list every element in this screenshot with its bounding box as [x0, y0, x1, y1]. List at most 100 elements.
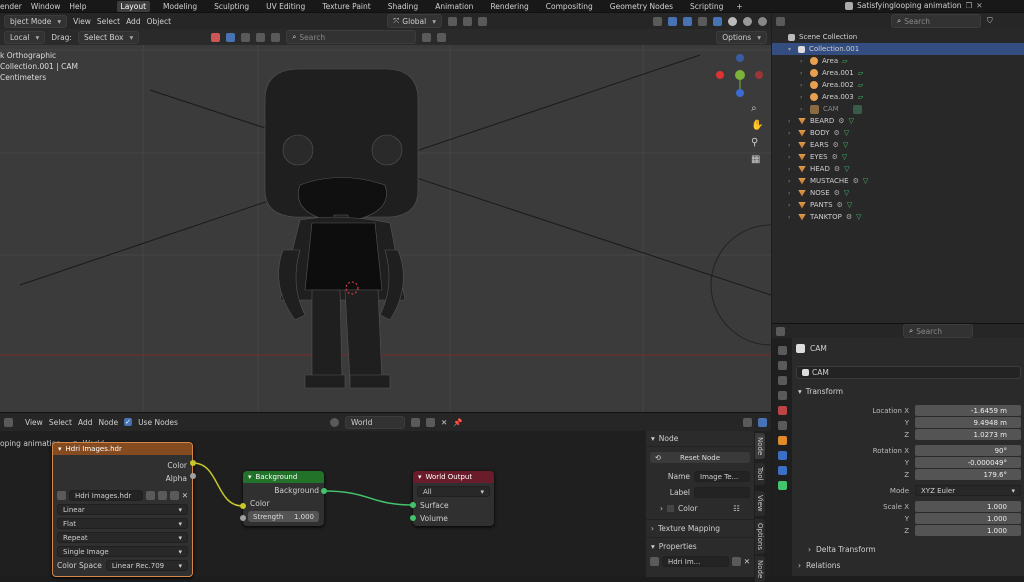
- open-folder-icon[interactable]: [169, 491, 179, 500]
- filter-icon[interactable]: [211, 32, 221, 42]
- image-name-field[interactable]: Hdri Images.hdr: [69, 490, 143, 501]
- scene-name[interactable]: Satisfyinglooping animation: [857, 1, 962, 10]
- view-layer-tab-icon[interactable]: [777, 391, 787, 400]
- rendered-shading-icon[interactable]: [758, 16, 767, 26]
- interpolation-select[interactable]: Linear ▾: [57, 504, 188, 515]
- background-node[interactable]: ▾ Background Background Color Strength 1.0…: [243, 471, 324, 526]
- tool-tab-icon[interactable]: [777, 346, 787, 355]
- node-header[interactable]: ▾ Background: [243, 471, 324, 483]
- material-shading-icon[interactable]: [743, 16, 752, 26]
- list-item[interactable]: › BODY ⚙ ▽: [788, 127, 849, 139]
- list-item[interactable]: › TANKTOP ⚙ ▽: [788, 211, 861, 223]
- drag-select[interactable]: Select Box: [77, 30, 140, 44]
- relations-panel[interactable]: › Relations: [798, 561, 840, 570]
- image-browse-icon[interactable]: [650, 557, 659, 566]
- image-field[interactable]: Hdri Im...: [662, 556, 729, 567]
- tab-node[interactable]: Node: [755, 433, 765, 460]
- mode-select[interactable]: bject Mode: [4, 14, 68, 28]
- target-select[interactable]: All ▾: [417, 486, 490, 497]
- socket-volume-in[interactable]: [410, 515, 416, 521]
- tab-node-2[interactable]: Node: [755, 556, 765, 582]
- transform-panel-header[interactable]: ▾ Transform: [798, 387, 843, 396]
- editor-type-icon[interactable]: [776, 16, 785, 26]
- image-texture-node[interactable]: ▾ Hdri Images.hdr Color Alpha Hdri Images…: [52, 442, 193, 577]
- socket-background-out[interactable]: [321, 488, 327, 494]
- zoom-icon[interactable]: ⌕: [751, 103, 763, 114]
- gizmo-icon[interactable]: [668, 16, 677, 26]
- color-space-select[interactable]: Linear Rec.709 ▾: [105, 560, 188, 571]
- menu-window[interactable]: Window: [31, 2, 61, 11]
- scale-x-field[interactable]: 1.000: [915, 501, 1021, 512]
- tab-modeling[interactable]: Modeling: [159, 1, 201, 12]
- menu-add[interactable]: Add: [126, 17, 141, 26]
- list-item[interactable]: › CAM: [800, 103, 862, 115]
- tab-texture-paint[interactable]: Texture Paint: [318, 1, 374, 12]
- node-name-field[interactable]: Image Te...: [694, 471, 750, 482]
- list-item[interactable]: › NOSE ⚙ ▽: [788, 187, 849, 199]
- rotation-x-field[interactable]: 90°: [915, 445, 1021, 456]
- menu-select[interactable]: Select: [97, 17, 120, 26]
- 3d-viewport[interactable]: k Orthographic Collection.001 | CAM Cent…: [0, 45, 771, 412]
- pivot-icon[interactable]: [448, 16, 457, 26]
- transform-space-select[interactable]: Local: [4, 30, 46, 44]
- menu-view[interactable]: View: [73, 17, 91, 26]
- tab-uv-editing[interactable]: UV Editing: [262, 1, 309, 12]
- mesh-select-icon[interactable]: [226, 32, 236, 42]
- color-subpanel[interactable]: › Color ☷: [646, 500, 754, 517]
- visibility-icon[interactable]: [653, 16, 662, 26]
- tab-geometry-nodes[interactable]: Geometry Nodes: [606, 1, 677, 12]
- list-item[interactable]: › Area.002 ▱: [800, 79, 863, 91]
- reset-node-button[interactable]: ⟲ Reset Node: [650, 452, 750, 463]
- options-menu[interactable]: Options: [716, 30, 767, 44]
- list-item[interactable]: › BEARD ⚙ ▽: [788, 115, 854, 127]
- node-header[interactable]: ▾ Hdri Images.hdr: [53, 443, 192, 455]
- snap-icon[interactable]: [463, 16, 472, 26]
- menu-render[interactable]: ender: [0, 2, 22, 11]
- physics-tab-icon[interactable]: [777, 451, 787, 460]
- properties-subpanel[interactable]: ▾ Properties: [646, 537, 754, 555]
- shield-icon[interactable]: [437, 32, 447, 42]
- close-icon[interactable]: ✕: [744, 557, 750, 566]
- close-scene-icon[interactable]: ✕: [976, 1, 982, 10]
- list-item[interactable]: › Area.001 ▱: [800, 67, 863, 79]
- texture-mapping-panel[interactable]: › Texture Mapping: [646, 519, 754, 537]
- render-tab-icon[interactable]: [777, 361, 787, 370]
- tab-options[interactable]: Options: [755, 519, 765, 555]
- rotate-icon[interactable]: [271, 32, 281, 42]
- world-output-node[interactable]: ▾ World Output All ▾ Surface Volume: [413, 471, 494, 526]
- object-name-field[interactable]: CAM: [796, 366, 1021, 379]
- cursor-icon[interactable]: [241, 32, 251, 42]
- scale-y-field[interactable]: 1.000: [915, 513, 1021, 524]
- rotation-mode-select[interactable]: XYZ Euler ▾: [915, 485, 1021, 496]
- add-workspace-button[interactable]: +: [736, 2, 742, 11]
- list-item[interactable]: › EYES ⚙ ▽: [788, 151, 847, 163]
- xray-icon[interactable]: [698, 16, 707, 26]
- funnel-icon[interactable]: ⛉: [987, 16, 993, 26]
- delta-transform-subpanel[interactable]: › Delta Transform: [808, 545, 876, 554]
- pan-hand-icon[interactable]: ✋: [751, 120, 763, 131]
- strength-field[interactable]: Strength 1.000: [248, 511, 319, 522]
- rotation-z-field[interactable]: 179.6°: [915, 469, 1021, 480]
- shader-editor[interactable]: View Select Add Node ✓ Use Nodes World ✕…: [0, 412, 771, 582]
- tab-rendering[interactable]: Rendering: [486, 1, 532, 12]
- color-checkbox[interactable]: [667, 505, 674, 512]
- location-z-field[interactable]: 1.0273 m: [915, 429, 1021, 440]
- collection-row[interactable]: ▾ Collection.001: [772, 43, 1024, 55]
- editor-type-icon[interactable]: [776, 326, 785, 336]
- image-browse-icon[interactable]: [57, 491, 66, 500]
- list-item[interactable]: › HEAD ⚙ ▽: [788, 163, 850, 175]
- menu-help[interactable]: Help: [69, 2, 86, 11]
- tab-layout[interactable]: Layout: [116, 1, 151, 12]
- fake-user-icon[interactable]: [145, 491, 155, 500]
- grid-view-icon[interactable]: ▦: [751, 154, 763, 165]
- menu-object[interactable]: Object: [147, 17, 171, 26]
- open-folder-icon[interactable]: [731, 557, 741, 566]
- proportional-edit-icon[interactable]: [478, 16, 487, 26]
- socket-color-in[interactable]: [240, 503, 246, 509]
- move-icon[interactable]: [256, 32, 266, 42]
- properties-search[interactable]: ⌕ Search: [903, 324, 973, 338]
- camera-view-icon[interactable]: ⚲: [751, 137, 763, 148]
- list-item[interactable]: › PANTS ⚙ ▽: [788, 199, 852, 211]
- socket-surface-in[interactable]: [410, 502, 416, 508]
- solid-shading-icon[interactable]: [728, 16, 737, 26]
